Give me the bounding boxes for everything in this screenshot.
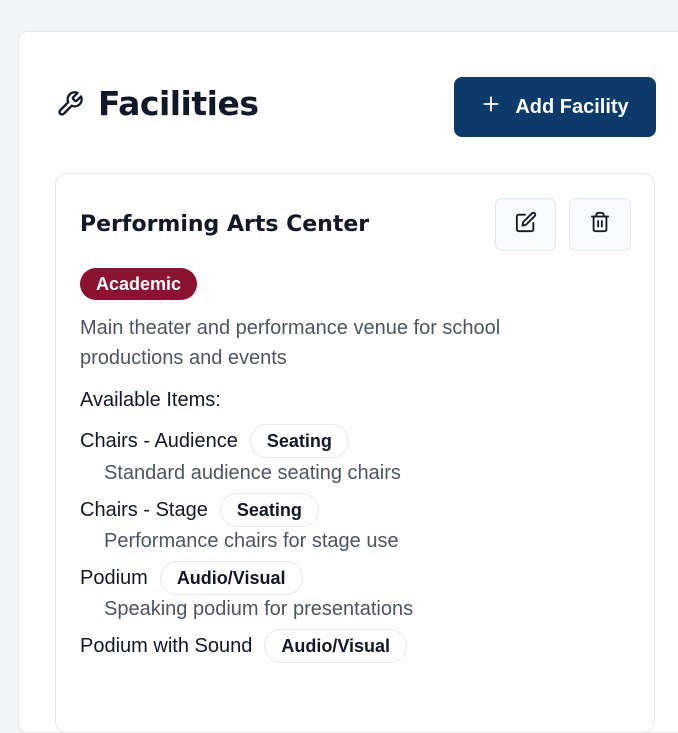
item-tag: Seating: [219, 493, 319, 527]
item-description: Speaking podium for presentations: [104, 598, 414, 620]
page-header: Facilities: [56, 78, 259, 130]
item-name: Podium: [80, 566, 148, 589]
item-description: Standard audience seating chairs: [104, 462, 401, 484]
delete-button[interactable]: [569, 198, 631, 251]
item-tag: Audio/Visual: [159, 561, 303, 595]
item-tag: Seating: [249, 424, 349, 458]
facility-description: Main theater and performance venue for s…: [80, 313, 600, 373]
item-row: Chairs - Stage Seating: [80, 493, 319, 527]
facility-name: Performing Arts Center: [80, 212, 370, 237]
item-name: Chairs - Stage: [80, 498, 208, 521]
page-title: Facilities: [98, 84, 259, 123]
add-facility-button[interactable]: Add Facility: [454, 77, 656, 137]
plus-icon: [481, 94, 501, 120]
item-name: Chairs - Audience: [80, 429, 238, 452]
edit-icon: [515, 211, 537, 238]
add-facility-label: Add Facility: [515, 95, 629, 118]
item-description: Performance chairs for stage use: [104, 530, 399, 552]
item-tag: Audio/Visual: [264, 629, 408, 663]
item-row: Podium Audio/Visual: [80, 561, 303, 595]
description-line: Main theater and performance venue for s…: [80, 317, 501, 339]
category-badge: Academic: [80, 268, 198, 300]
edit-button[interactable]: [495, 198, 556, 251]
description-line: productions and events: [80, 347, 287, 369]
wrench-icon: [56, 90, 84, 118]
item-name: Podium with Sound: [80, 634, 253, 657]
item-row: Podium with Sound Audio/Visual: [80, 629, 408, 663]
item-row: Chairs - Audience Seating: [80, 424, 349, 458]
trash-icon: [589, 211, 611, 238]
available-items-heading: Available Items:: [80, 389, 221, 411]
